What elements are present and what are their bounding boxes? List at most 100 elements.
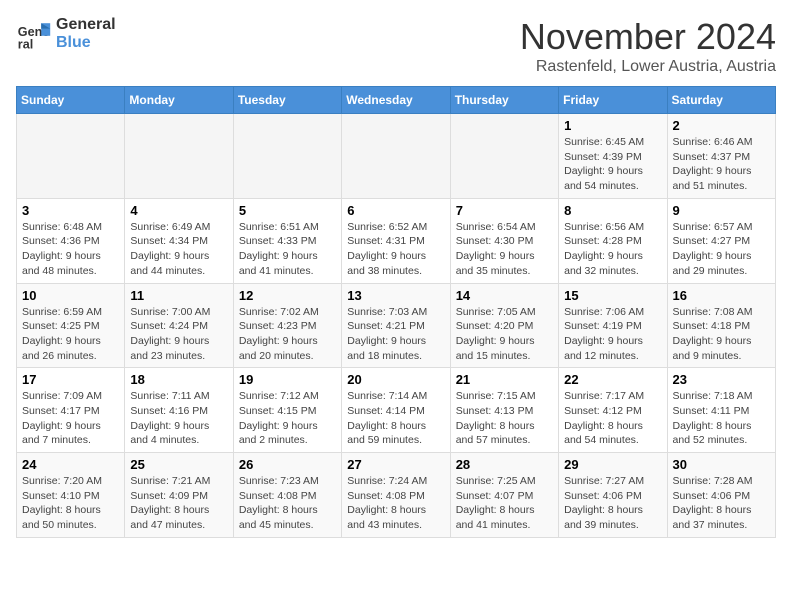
day-number: 3	[22, 203, 119, 218]
day-info: Sunrise: 7:02 AM Sunset: 4:23 PM Dayligh…	[239, 305, 336, 364]
day-number: 23	[673, 372, 770, 387]
calendar-week-row: 24Sunrise: 7:20 AM Sunset: 4:10 PM Dayli…	[17, 453, 776, 538]
day-info: Sunrise: 7:15 AM Sunset: 4:13 PM Dayligh…	[456, 389, 553, 448]
day-info: Sunrise: 7:23 AM Sunset: 4:08 PM Dayligh…	[239, 474, 336, 533]
day-number: 14	[456, 288, 553, 303]
day-info: Sunrise: 6:59 AM Sunset: 4:25 PM Dayligh…	[22, 305, 119, 364]
calendar-cell: 8Sunrise: 6:56 AM Sunset: 4:28 PM Daylig…	[559, 198, 667, 283]
calendar-week-row: 3Sunrise: 6:48 AM Sunset: 4:36 PM Daylig…	[17, 198, 776, 283]
day-number: 28	[456, 457, 553, 472]
day-number: 20	[347, 372, 444, 387]
calendar-cell	[342, 114, 450, 199]
day-info: Sunrise: 6:54 AM Sunset: 4:30 PM Dayligh…	[456, 220, 553, 279]
day-number: 26	[239, 457, 336, 472]
logo: Gene ral General Blue	[16, 16, 116, 52]
weekday-header-thursday: Thursday	[450, 87, 558, 114]
calendar-cell	[125, 114, 233, 199]
weekday-header-sunday: Sunday	[17, 87, 125, 114]
day-info: Sunrise: 6:51 AM Sunset: 4:33 PM Dayligh…	[239, 220, 336, 279]
logo-line1: General	[56, 16, 116, 34]
day-info: Sunrise: 7:06 AM Sunset: 4:19 PM Dayligh…	[564, 305, 661, 364]
calendar-cell: 4Sunrise: 6:49 AM Sunset: 4:34 PM Daylig…	[125, 198, 233, 283]
calendar-cell: 26 Sunrise: 7:23 AM Sunset: 4:08 PM Dayli…	[233, 453, 341, 538]
day-number: 27	[347, 457, 444, 472]
calendar-cell: 16 Sunrise: 7:08 AM Sunset: 4:18 PM Dayli…	[667, 283, 775, 368]
calendar-cell: 29 Sunrise: 7:27 AM Sunset: 4:06 PM Dayli…	[559, 453, 667, 538]
calendar-cell: 28 Sunrise: 7:25 AM Sunset: 4:07 PM Dayli…	[450, 453, 558, 538]
day-info: Sunrise: 6:57 AM Sunset: 4:27 PM Dayligh…	[673, 220, 770, 279]
calendar-cell: 30Sunrise: 7:28 AM Sunset: 4:06 PM Dayli…	[667, 453, 775, 538]
day-number: 15	[564, 288, 661, 303]
day-number: 22	[564, 372, 661, 387]
location-subtitle: Rastenfeld, Lower Austria, Austria	[520, 58, 776, 76]
weekday-header-monday: Monday	[125, 87, 233, 114]
calendar-cell: 21 Sunrise: 7:15 AM Sunset: 4:13 PM Dayli…	[450, 368, 558, 453]
weekday-header-tuesday: Tuesday	[233, 87, 341, 114]
weekday-header-saturday: Saturday	[667, 87, 775, 114]
calendar-cell: 5 Sunrise: 6:51 AM Sunset: 4:33 PM Daylig…	[233, 198, 341, 283]
day-info: Sunrise: 7:09 AM Sunset: 4:17 PM Dayligh…	[22, 389, 119, 448]
calendar-cell: 27 Sunrise: 7:24 AM Sunset: 4:08 PM Dayli…	[342, 453, 450, 538]
weekday-header-friday: Friday	[559, 87, 667, 114]
day-info: Sunrise: 6:52 AM Sunset: 4:31 PM Dayligh…	[347, 220, 444, 279]
day-info: Sunrise: 7:21 AM Sunset: 4:09 PM Dayligh…	[130, 474, 227, 533]
calendar-cell: 11Sunrise: 7:00 AM Sunset: 4:24 PM Dayli…	[125, 283, 233, 368]
day-number: 9	[673, 203, 770, 218]
day-number: 25	[130, 457, 227, 472]
day-info: Sunrise: 6:46 AM Sunset: 4:37 PM Dayligh…	[673, 135, 770, 194]
day-info: Sunrise: 6:56 AM Sunset: 4:28 PM Dayligh…	[564, 220, 661, 279]
day-number: 21	[456, 372, 553, 387]
day-info: Sunrise: 7:18 AM Sunset: 4:11 PM Dayligh…	[673, 389, 770, 448]
calendar-cell: 2 Sunrise: 6:46 AM Sunset: 4:37 PM Daylig…	[667, 114, 775, 199]
day-info: Sunrise: 7:12 AM Sunset: 4:15 PM Dayligh…	[239, 389, 336, 448]
day-number: 16	[673, 288, 770, 303]
calendar-cell: 7 Sunrise: 6:54 AM Sunset: 4:30 PM Daylig…	[450, 198, 558, 283]
calendar-cell: 22Sunrise: 7:17 AM Sunset: 4:12 PM Dayli…	[559, 368, 667, 453]
calendar-cell: 15 Sunrise: 7:06 AM Sunset: 4:19 PM Dayli…	[559, 283, 667, 368]
calendar-cell: 18Sunrise: 7:11 AM Sunset: 4:16 PM Dayli…	[125, 368, 233, 453]
day-number: 13	[347, 288, 444, 303]
day-number: 6	[347, 203, 444, 218]
calendar-cell: 13 Sunrise: 7:03 AM Sunset: 4:21 PM Dayli…	[342, 283, 450, 368]
day-number: 2	[673, 118, 770, 133]
calendar-week-row: 1Sunrise: 6:45 AM Sunset: 4:39 PM Daylig…	[17, 114, 776, 199]
calendar-cell	[17, 114, 125, 199]
svg-text:ral: ral	[18, 37, 33, 51]
day-number: 10	[22, 288, 119, 303]
calendar-cell	[233, 114, 341, 199]
logo-icon: Gene ral	[16, 16, 52, 52]
page-header: Gene ral General Blue November 2024 Rast…	[16, 16, 776, 76]
calendar-cell: 24Sunrise: 7:20 AM Sunset: 4:10 PM Dayli…	[17, 453, 125, 538]
calendar-cell: 17 Sunrise: 7:09 AM Sunset: 4:17 PM Dayli…	[17, 368, 125, 453]
calendar-cell: 10 Sunrise: 6:59 AM Sunset: 4:25 PM Dayli…	[17, 283, 125, 368]
weekday-header-row: SundayMondayTuesdayWednesdayThursdayFrid…	[17, 87, 776, 114]
day-number: 19	[239, 372, 336, 387]
calendar-cell: 6 Sunrise: 6:52 AM Sunset: 4:31 PM Daylig…	[342, 198, 450, 283]
title-block: November 2024 Rastenfeld, Lower Austria,…	[520, 16, 776, 76]
day-info: Sunrise: 7:03 AM Sunset: 4:21 PM Dayligh…	[347, 305, 444, 364]
calendar-table: SundayMondayTuesdayWednesdayThursdayFrid…	[16, 86, 776, 538]
day-info: Sunrise: 7:27 AM Sunset: 4:06 PM Dayligh…	[564, 474, 661, 533]
day-number: 7	[456, 203, 553, 218]
day-number: 29	[564, 457, 661, 472]
day-info: Sunrise: 7:08 AM Sunset: 4:18 PM Dayligh…	[673, 305, 770, 364]
calendar-cell: 12 Sunrise: 7:02 AM Sunset: 4:23 PM Dayli…	[233, 283, 341, 368]
day-number: 1	[564, 118, 661, 133]
calendar-cell: 19 Sunrise: 7:12 AM Sunset: 4:15 PM Dayli…	[233, 368, 341, 453]
day-info: Sunrise: 6:49 AM Sunset: 4:34 PM Dayligh…	[130, 220, 227, 279]
day-info: Sunrise: 7:20 AM Sunset: 4:10 PM Dayligh…	[22, 474, 119, 533]
day-number: 12	[239, 288, 336, 303]
calendar-cell: 20 Sunrise: 7:14 AM Sunset: 4:14 PM Dayli…	[342, 368, 450, 453]
calendar-cell: 14 Sunrise: 7:05 AM Sunset: 4:20 PM Dayli…	[450, 283, 558, 368]
day-info: Sunrise: 7:14 AM Sunset: 4:14 PM Dayligh…	[347, 389, 444, 448]
day-info: Sunrise: 7:05 AM Sunset: 4:20 PM Dayligh…	[456, 305, 553, 364]
calendar-cell: 1Sunrise: 6:45 AM Sunset: 4:39 PM Daylig…	[559, 114, 667, 199]
calendar-cell: 23 Sunrise: 7:18 AM Sunset: 4:11 PM Dayli…	[667, 368, 775, 453]
day-number: 17	[22, 372, 119, 387]
weekday-header-wednesday: Wednesday	[342, 87, 450, 114]
day-info: Sunrise: 7:24 AM Sunset: 4:08 PM Dayligh…	[347, 474, 444, 533]
day-info: Sunrise: 7:25 AM Sunset: 4:07 PM Dayligh…	[456, 474, 553, 533]
day-info: Sunrise: 7:11 AM Sunset: 4:16 PM Dayligh…	[130, 389, 227, 448]
day-info: Sunrise: 7:28 AM Sunset: 4:06 PM Dayligh…	[673, 474, 770, 533]
day-number: 5	[239, 203, 336, 218]
